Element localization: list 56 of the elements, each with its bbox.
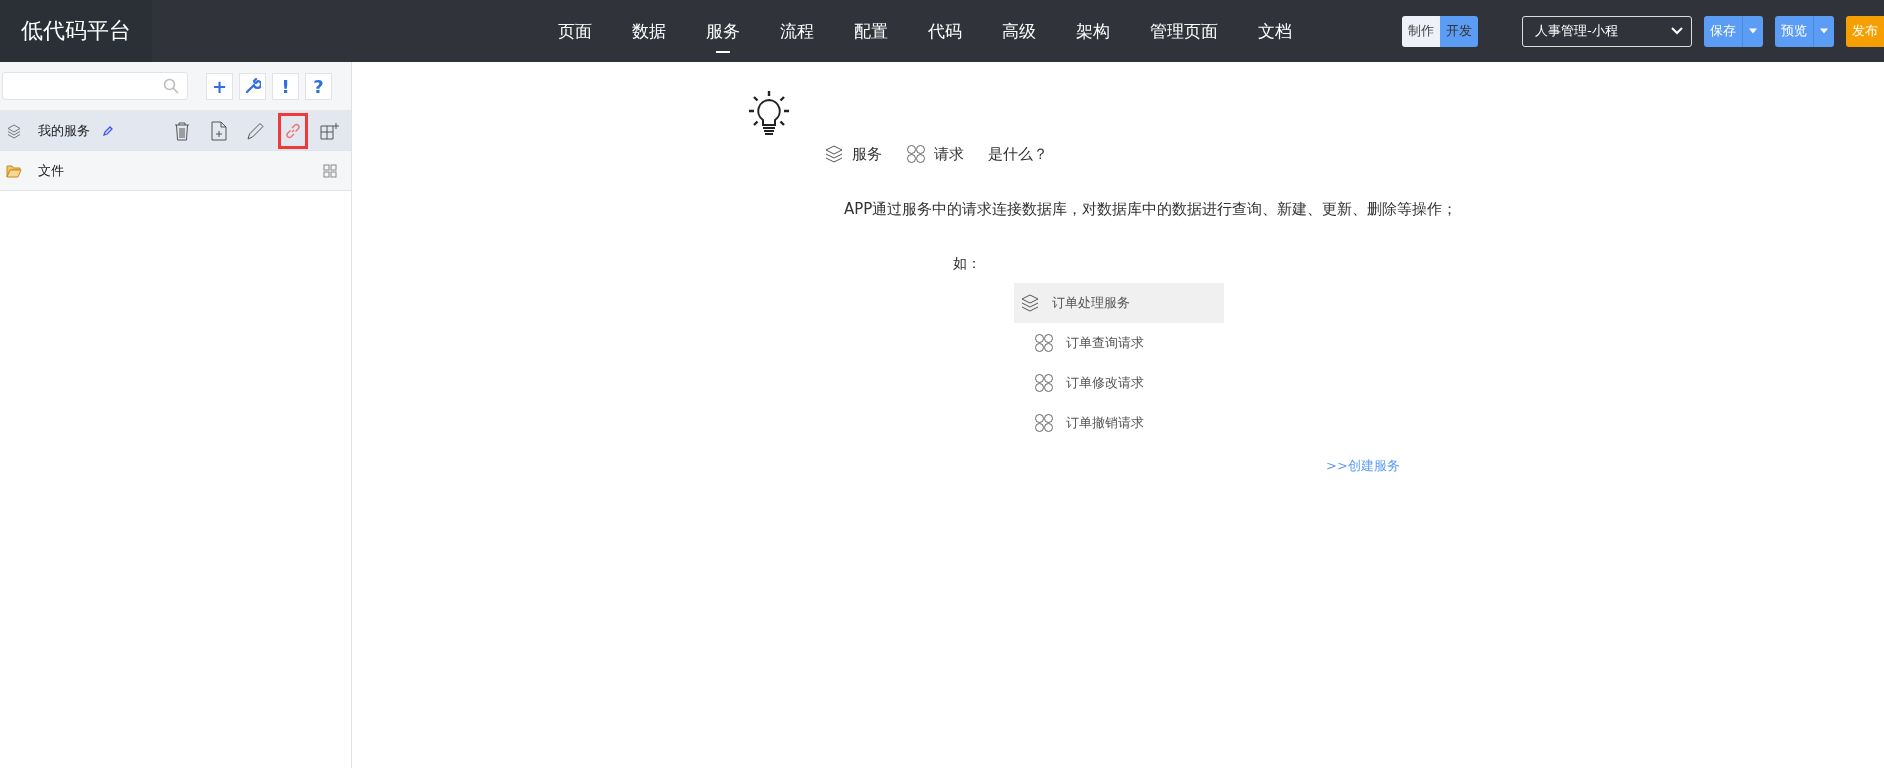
folder-icon	[6, 163, 22, 178]
table-plus-icon	[320, 121, 340, 140]
example-label: 订单撤销请求	[1066, 414, 1144, 432]
nav-tab[interactable]: 文档	[1238, 0, 1312, 62]
wrench-button[interactable]	[239, 72, 266, 100]
preview-dropdown-button[interactable]	[1814, 15, 1834, 47]
caret-down-icon	[1749, 28, 1757, 34]
mode-toggle[interactable]: 开发	[1440, 15, 1478, 47]
nav-tab[interactable]: 配置	[834, 0, 908, 62]
wrench-icon	[244, 78, 261, 94]
file-plus-icon	[211, 120, 227, 141]
link-icon	[284, 121, 302, 140]
clover-icon	[1034, 413, 1054, 433]
sidebar-item[interactable]: 我的服务	[0, 111, 351, 151]
save-dropdown-button[interactable]	[1743, 15, 1763, 47]
layers-icon	[1020, 294, 1040, 312]
sidebar-item[interactable]: 文件	[0, 151, 351, 191]
alert-button[interactable]: !	[272, 72, 299, 100]
nav-tab[interactable]: 高级	[982, 0, 1056, 62]
nav-tab[interactable]: 服务	[686, 0, 760, 62]
clover-icon	[1034, 333, 1054, 353]
link-action[interactable]	[278, 112, 308, 149]
example-label: 如：	[953, 255, 982, 273]
clover-icon	[906, 144, 926, 164]
add-button[interactable]: +	[206, 72, 233, 100]
nav-tab[interactable]: 流程	[760, 0, 834, 62]
caret-down-icon	[1820, 28, 1828, 34]
nav-tab[interactable]: 管理页面	[1130, 0, 1238, 62]
trash-icon	[173, 120, 191, 141]
layers-icon	[6, 122, 22, 139]
search-icon	[163, 78, 179, 94]
example-label: 订单修改请求	[1066, 374, 1144, 392]
edit-icon[interactable]	[102, 124, 114, 137]
item-label: 文件	[38, 161, 64, 180]
search-field[interactable]	[2, 72, 188, 100]
nav-tab[interactable]: 页面	[538, 0, 612, 62]
item-label: 我的服务	[38, 121, 90, 140]
mode-toggle[interactable]: 制作	[1402, 15, 1440, 47]
app-logo: 低代码平台	[0, 0, 152, 62]
example-label: 订单查询请求	[1066, 334, 1144, 352]
chevron-down-icon	[1671, 27, 1683, 35]
pencil-icon	[246, 120, 266, 141]
example-label: 订单处理服务	[1052, 294, 1130, 312]
clover-icon	[1034, 373, 1054, 393]
term-label: 请求	[934, 144, 964, 164]
nav-tab[interactable]: 架构	[1056, 0, 1130, 62]
help-button[interactable]: ?	[305, 72, 332, 100]
lightbulb-icon	[746, 90, 792, 138]
nav-tab[interactable]: 数据	[612, 0, 686, 62]
description-text: APP通过服务中的请求连接数据库，对数据库中的数据进行查询、新建、更新、删除等操作；	[844, 200, 1459, 219]
app-select[interactable]: 人事管理-小程	[1522, 15, 1692, 47]
question-text: 是什么？	[988, 144, 1048, 164]
layers-icon	[824, 145, 844, 163]
grid-icon	[323, 163, 337, 178]
nav-tab[interactable]: 代码	[908, 0, 982, 62]
term-label: 服务	[852, 144, 882, 164]
